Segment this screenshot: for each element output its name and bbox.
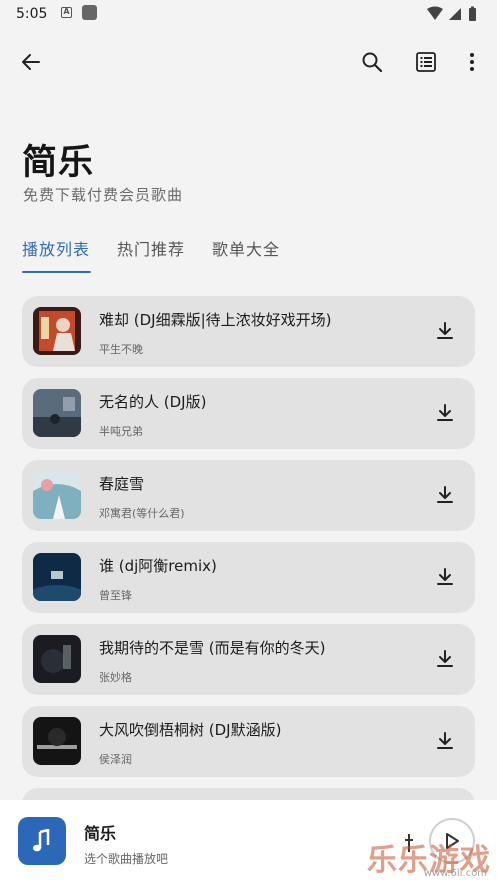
list-icon bbox=[416, 52, 436, 72]
download-button[interactable] bbox=[427, 559, 463, 595]
song-title: 难却 (DJ细霖版|待上浓妆好戏开场) bbox=[99, 311, 332, 329]
notification-a-icon: A bbox=[61, 7, 72, 18]
notification-square-icon bbox=[82, 5, 97, 20]
download-button[interactable] bbox=[427, 641, 463, 677]
watermark-url: www.6ll.com bbox=[423, 868, 487, 879]
page-subtitle: 免费下载付费会员歌曲 bbox=[23, 186, 184, 204]
song-title: 我期待的不是雪 (而是有你的冬天) bbox=[99, 639, 326, 657]
song-item[interactable]: 谁 (dj阿衡remix) 曾至锋 bbox=[22, 542, 475, 613]
download-button[interactable] bbox=[427, 723, 463, 759]
song-item[interactable]: 无名的人 (DJ版) 半吨兄弟 bbox=[22, 378, 475, 449]
download-icon bbox=[437, 732, 453, 749]
status-icons bbox=[427, 6, 476, 21]
download-button[interactable] bbox=[427, 395, 463, 431]
album-cover bbox=[33, 635, 81, 683]
album-cover bbox=[33, 553, 81, 601]
more-options-button[interactable] bbox=[452, 42, 492, 82]
tab-bar: 播放列表 热门推荐 歌单大全 bbox=[22, 236, 482, 276]
music-note-icon bbox=[33, 829, 50, 852]
app-bar bbox=[0, 36, 497, 88]
song-artist: 曾至锋 bbox=[99, 589, 132, 602]
battery-icon bbox=[469, 8, 476, 21]
player-artwork bbox=[18, 817, 66, 865]
song-item[interactable]: 大风吹倒梧桐树 (DJ默涵版) 侯泽润 bbox=[22, 706, 475, 777]
tab-songlists[interactable]: 歌单大全 bbox=[212, 236, 280, 260]
song-title: 春庭雪 bbox=[99, 475, 145, 493]
song-title: 无名的人 (DJ版) bbox=[99, 393, 207, 411]
song-item[interactable]: 我期待的不是雪 (而是有你的冬天) 张妙格 bbox=[22, 624, 475, 695]
song-title: 大风吹倒梧桐树 (DJ默涵版) bbox=[99, 721, 282, 739]
download-button[interactable] bbox=[427, 477, 463, 513]
song-artist: 半吨兄弟 bbox=[99, 425, 143, 438]
back-button[interactable] bbox=[11, 42, 51, 82]
download-icon bbox=[437, 568, 453, 585]
song-title: 谁 (dj阿衡remix) bbox=[99, 557, 217, 575]
page-title: 简乐 bbox=[22, 143, 95, 183]
tab-playlist[interactable]: 播放列表 bbox=[22, 236, 90, 260]
download-button[interactable] bbox=[427, 313, 463, 349]
song-item[interactable]: 难却 (DJ细霖版|待上浓妆好戏开场) 平生不晚 bbox=[22, 296, 475, 367]
player-subtitle: 选个歌曲播放吧 bbox=[84, 852, 169, 866]
tab-hot[interactable]: 热门推荐 bbox=[117, 236, 185, 260]
more-vert-icon bbox=[470, 53, 474, 71]
tab-indicator bbox=[22, 271, 91, 273]
download-icon bbox=[437, 650, 453, 667]
download-icon bbox=[437, 486, 453, 503]
player-title: 简乐 bbox=[84, 824, 117, 843]
download-icon bbox=[437, 404, 453, 421]
album-cover bbox=[33, 307, 81, 355]
song-artist: 侯泽润 bbox=[99, 753, 132, 766]
status-bar: 5:05 A bbox=[0, 0, 497, 28]
search-button[interactable] bbox=[352, 42, 392, 82]
song-artist: 张妙格 bbox=[99, 671, 132, 684]
list-view-button[interactable] bbox=[406, 42, 446, 82]
download-icon bbox=[437, 322, 453, 339]
status-time: 5:05 bbox=[16, 6, 48, 22]
album-cover bbox=[33, 717, 81, 765]
signal-icon bbox=[449, 8, 461, 20]
song-artist: 邓寓君(等什么君) bbox=[99, 507, 185, 520]
album-cover bbox=[33, 389, 81, 437]
arrow-left-icon bbox=[22, 54, 40, 70]
search-icon bbox=[362, 52, 383, 73]
song-artist: 平生不晚 bbox=[99, 343, 143, 356]
song-item[interactable]: 春庭雪 邓寓君(等什么君) bbox=[22, 460, 475, 531]
wifi-icon bbox=[427, 6, 443, 20]
album-cover bbox=[33, 471, 81, 519]
